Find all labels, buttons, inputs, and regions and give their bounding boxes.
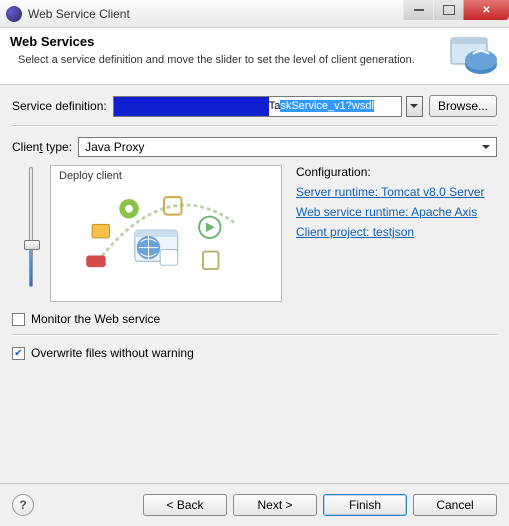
service-definition-input[interactable]: TaskService_v1?wsdl <box>113 96 402 117</box>
cancel-button[interactable]: Cancel <box>413 494 497 516</box>
slider-thumb[interactable] <box>24 240 40 250</box>
eclipse-icon <box>6 6 22 22</box>
wizard-icon <box>449 34 499 78</box>
server-runtime-link[interactable]: Server runtime: Tomcat v8.0 Server <box>296 185 497 199</box>
diagram-label: Deploy client <box>59 170 273 182</box>
banner: Web Services Select a service definition… <box>0 28 509 85</box>
configuration-panel: Configuration: Server runtime: Tomcat v8… <box>282 165 497 302</box>
separator-2 <box>12 334 497 336</box>
ws-runtime-link[interactable]: Web service runtime: Apache Axis <box>296 205 497 219</box>
footer: ? < Back Next > Finish Cancel <box>0 483 509 526</box>
obscured-text <box>114 96 269 117</box>
client-type-label: Client type: <box>12 140 72 154</box>
overwrite-checkbox[interactable] <box>12 347 25 360</box>
service-definition-row: Service definition: TaskService_v1?wsdl … <box>12 95 497 117</box>
deploy-diagram-icon <box>59 182 273 290</box>
overwrite-label: Overwrite files without warning <box>31 346 194 360</box>
separator <box>12 125 497 127</box>
browse-button[interactable]: Browse... <box>429 95 497 117</box>
generation-slider[interactable] <box>12 165 50 295</box>
service-definition-value: TaskService_v1?wsdl <box>269 100 374 112</box>
client-type-row: Client type: Java Proxy <box>12 137 497 157</box>
client-type-value: Java Proxy <box>85 140 144 154</box>
diagram-panel: Deploy client <box>50 165 282 302</box>
title-bar: Web Service Client <box>0 0 509 28</box>
client-project-link[interactable]: Client project: testjson <box>296 225 497 239</box>
back-button[interactable]: < Back <box>143 494 227 516</box>
next-button[interactable]: Next > <box>233 494 317 516</box>
maximize-button[interactable] <box>433 0 463 20</box>
service-definition-label: Service definition: <box>12 99 107 113</box>
help-button[interactable]: ? <box>12 494 34 516</box>
monitor-label: Monitor the Web service <box>31 312 160 326</box>
minimize-button[interactable] <box>403 0 433 20</box>
overwrite-checkbox-row: Overwrite files without warning <box>12 346 497 360</box>
window-buttons <box>403 0 509 20</box>
finish-button[interactable]: Finish <box>323 494 407 516</box>
configuration-title: Configuration: <box>296 165 497 179</box>
banner-heading: Web Services <box>10 34 441 49</box>
monitor-checkbox[interactable] <box>12 313 25 326</box>
service-definition-dropdown[interactable] <box>406 96 423 117</box>
banner-description: Select a service definition and move the… <box>10 53 441 67</box>
close-button[interactable] <box>463 0 509 20</box>
monitor-checkbox-row: Monitor the Web service <box>12 312 497 326</box>
client-type-select[interactable]: Java Proxy <box>78 137 497 157</box>
window-title: Web Service Client <box>28 7 130 21</box>
